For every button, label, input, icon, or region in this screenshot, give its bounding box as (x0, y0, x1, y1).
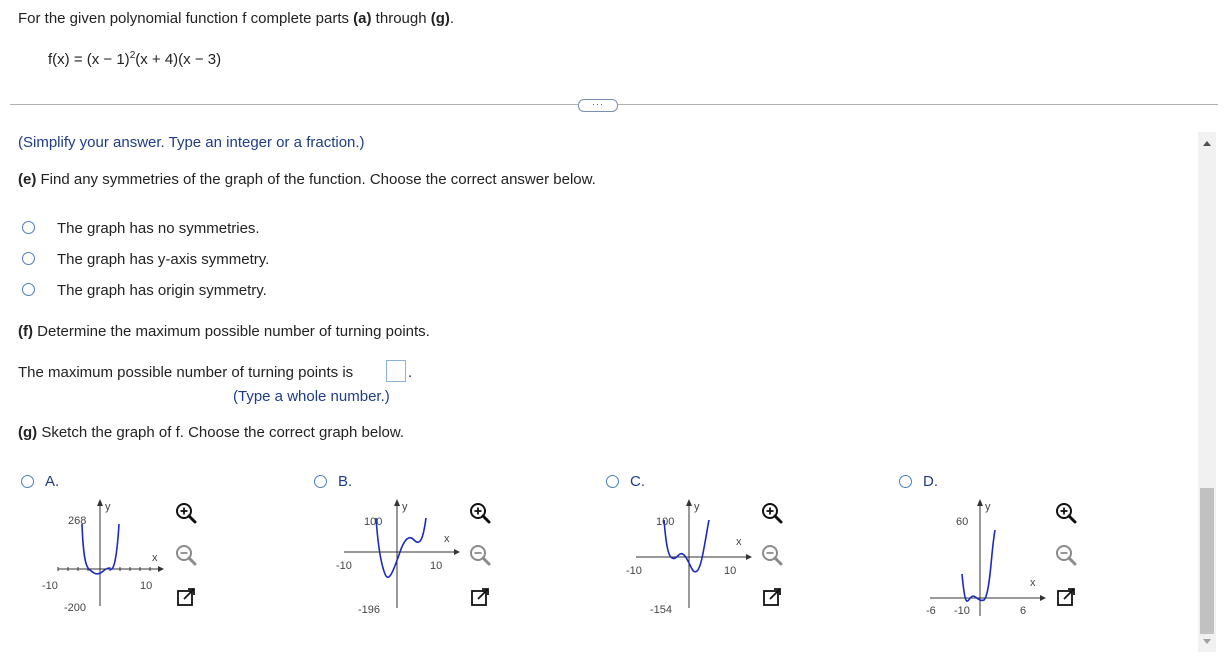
radio-graph-c[interactable] (606, 475, 619, 488)
graph-b: 100 -196 -10 10 x y (336, 499, 460, 616)
graph-a-x-arrow (158, 566, 164, 572)
graph-a-x-label: x (152, 552, 158, 564)
graph-b-x-left: -10 (336, 560, 352, 572)
graph-a-y-arrow (97, 499, 103, 506)
graph-d-y-top: 60 (956, 516, 968, 528)
option-origin-symmetry-label: The graph has origin symmetry. (57, 282, 267, 299)
graph-c-zoom-in-icon[interactable] (759, 500, 785, 526)
graph-c-x-left: -10 (626, 565, 642, 577)
radio-origin-symmetry[interactable] (22, 283, 35, 296)
graph-b-y-label: y (402, 501, 408, 513)
radio-no-symmetry[interactable] (22, 221, 35, 234)
graph-d: 60 -10 -6 6 x y (926, 499, 1046, 617)
scrollbar-thumb[interactable] (1200, 488, 1214, 634)
part-e-question: (e) Find any symmetries of the graph of … (18, 171, 596, 188)
graph-d-x-label: x (1030, 577, 1036, 589)
graph-d-x-left: -6 (926, 605, 936, 617)
graph-d-x-right: 6 (1020, 605, 1026, 617)
graph-b-letter: B. (338, 473, 353, 490)
turning-points-prompt: The maximum possible number of turning p… (18, 364, 354, 381)
graph-a-popout-icon[interactable] (173, 584, 199, 610)
graph-c-zoom-out-icon[interactable] (759, 542, 785, 568)
graph-c-y-bottom: -154 (650, 604, 672, 616)
graph-d-y-arrow (977, 499, 983, 506)
graph-a-letter: A. (45, 473, 60, 490)
radio-graph-d[interactable] (899, 475, 912, 488)
graph-d-zoom-out-icon[interactable] (1053, 542, 1079, 568)
graph-b-y-bottom: -196 (358, 604, 380, 616)
graph-a: 268 -200 -10 10 x y (42, 499, 164, 614)
graph-b-zoom-out-icon[interactable] (467, 542, 493, 568)
radio-graph-b[interactable] (314, 475, 327, 488)
part-g-question: (g) Sketch the graph of f. Choose the co… (18, 424, 405, 441)
part-f-question: (f) Determine the maximum possible numbe… (18, 323, 430, 340)
graph-a-y-bottom: -200 (64, 602, 86, 614)
graph-c-x-right: 10 (724, 565, 736, 577)
graph-a-x-right: 10 (140, 580, 152, 592)
function-formula: f(x) = (x − 1)2(x + 4)(x − 3) (48, 50, 222, 68)
graph-b-y-top: 100 (364, 516, 382, 528)
graph-c-letter: C. (630, 473, 645, 490)
graph-c: 100 -154 -10 10 x y (626, 499, 752, 616)
graph-b-x-right: 10 (430, 560, 442, 572)
graph-d-x-arrow (1040, 595, 1046, 601)
graph-c-y-top: 100 (656, 516, 674, 528)
graph-d-y-bottom: -10 (954, 605, 970, 617)
scroll-down-icon[interactable] (1201, 637, 1213, 647)
graph-b-zoom-in-icon[interactable] (467, 500, 493, 526)
graph-c-y-arrow (686, 499, 692, 506)
graph-c-y-label: y (694, 501, 700, 513)
graph-c-popout-icon[interactable] (759, 584, 785, 610)
option-y-axis-symmetry-label: The graph has y-axis symmetry. (57, 251, 270, 268)
graph-a-zoom-in-icon[interactable] (173, 500, 199, 526)
graph-b-x-label: x (444, 533, 450, 545)
graph-b-y-arrow (394, 499, 400, 506)
graph-d-letter: D. (923, 473, 938, 490)
graph-c-x-label: x (736, 536, 742, 548)
graph-b-x-arrow (454, 549, 460, 555)
radio-graph-a[interactable] (21, 475, 34, 488)
answer-period: . (408, 364, 413, 381)
option-no-symmetry-label: The graph has no symmetries. (57, 220, 260, 237)
graph-a-y-top: 268 (68, 515, 86, 527)
simplify-hint: (Simplify your answer. Type an integer o… (18, 134, 365, 151)
turning-points-input[interactable] (386, 360, 406, 382)
graph-d-curve (961, 529, 996, 602)
scroll-up-icon[interactable] (1201, 138, 1213, 148)
graph-b-popout-icon[interactable] (467, 584, 493, 610)
graph-d-y-label: y (985, 501, 991, 513)
graph-d-popout-icon[interactable] (1053, 584, 1079, 610)
whole-number-hint: (Type a whole number.) (233, 388, 390, 405)
instruction-text: For the given polynomial function f comp… (18, 10, 455, 27)
radio-y-axis-symmetry[interactable] (22, 252, 35, 265)
graph-a-y-label: y (105, 501, 111, 513)
graph-b-curve (375, 517, 427, 578)
graph-a-zoom-out-icon[interactable] (173, 542, 199, 568)
graph-a-x-left: -10 (42, 580, 58, 592)
expand-button[interactable]: ··· (578, 99, 618, 112)
graph-c-x-arrow (746, 554, 752, 560)
graph-d-zoom-in-icon[interactable] (1053, 500, 1079, 526)
